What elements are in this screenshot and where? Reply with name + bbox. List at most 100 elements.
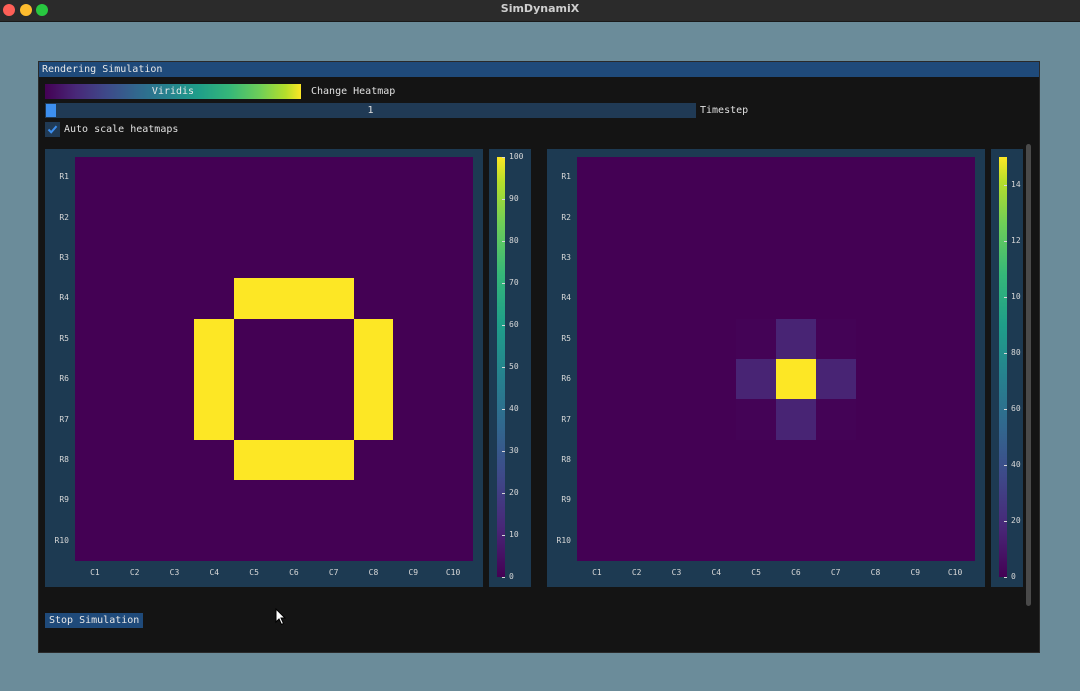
heatmap-cell[interactable] [393, 237, 434, 279]
heatmap-cell[interactable] [815, 197, 856, 238]
heatmap-cell[interactable] [353, 439, 394, 481]
heatmap-cell[interactable] [855, 520, 896, 561]
heatmap-cell[interactable] [895, 399, 936, 440]
heatmap-cell[interactable] [656, 480, 697, 521]
heatmap-cell[interactable] [273, 237, 314, 279]
heatmap-cell[interactable] [393, 480, 434, 521]
heatmap-cell[interactable] [935, 197, 975, 238]
heatmap-cell[interactable] [433, 480, 473, 521]
heatmap-cell[interactable] [775, 480, 816, 521]
heatmap-cell[interactable] [815, 480, 856, 521]
heatmap-cell[interactable] [656, 237, 697, 279]
heatmap-cell[interactable] [234, 237, 274, 279]
heatmap-cell[interactable] [114, 439, 155, 481]
heatmap-cell[interactable] [736, 278, 776, 319]
heatmap-cell[interactable] [696, 278, 737, 319]
heatmap-cell[interactable] [154, 439, 195, 481]
heatmap-cell[interactable] [935, 359, 975, 400]
heatmap-cell[interactable] [855, 318, 896, 359]
heatmap-cell[interactable] [736, 359, 776, 400]
heatmap-grid-1[interactable] [75, 157, 473, 561]
heatmap-cell[interactable] [313, 480, 354, 521]
heatmap-cell[interactable] [393, 318, 434, 359]
heatmap-cell[interactable] [234, 520, 274, 561]
heatmap-cell[interactable] [75, 480, 115, 521]
heatmap-cell[interactable] [154, 480, 195, 521]
heatmap-cell[interactable] [577, 197, 617, 238]
heatmap-cell[interactable] [616, 439, 657, 481]
autoscale-checkbox[interactable] [45, 122, 60, 137]
heatmap-cell[interactable] [313, 439, 354, 481]
heatmap-cell[interactable] [433, 318, 473, 359]
heatmap-cell[interactable] [696, 439, 737, 481]
heatmap-cell[interactable] [194, 439, 235, 481]
heatmap-plot-1[interactable]: R1 R2 R3 R4 R5 R6 R7 R8 R9 R10 C1 C2 C3 C4 C5 C6 C7 C8 C9… [45, 149, 483, 587]
heatmap-cell[interactable] [433, 359, 473, 400]
heatmap-cell[interactable] [736, 439, 776, 481]
heatmap-cell[interactable] [696, 480, 737, 521]
heatmap-cell[interactable] [815, 318, 856, 359]
heatmap-cell[interactable] [656, 399, 697, 440]
heatmap-cell[interactable] [393, 197, 434, 238]
heatmap-cell[interactable] [775, 399, 816, 440]
heatmap-cell[interactable] [736, 318, 776, 359]
heatmap-cell[interactable] [433, 399, 473, 440]
heatmap-cell[interactable] [736, 157, 776, 198]
heatmap-cell[interactable] [855, 359, 896, 400]
heatmap-cell[interactable] [775, 439, 816, 481]
heatmap-cell[interactable] [815, 237, 856, 279]
heatmap-cell[interactable] [855, 197, 896, 238]
heatmap-cell[interactable] [815, 399, 856, 440]
heatmap-cell[interactable] [313, 157, 354, 198]
heatmap-cell[interactable] [895, 439, 936, 481]
heatmap-cell[interactable] [616, 237, 657, 279]
heatmap-cell[interactable] [313, 237, 354, 279]
heatmap-cell[interactable] [353, 480, 394, 521]
heatmap-cell[interactable] [313, 399, 354, 440]
heatmap-cell[interactable] [393, 439, 434, 481]
heatmap-cell[interactable] [154, 318, 195, 359]
heatmap-cell[interactable] [234, 278, 274, 319]
heatmap-cell[interactable] [234, 359, 274, 400]
heatmap-cell[interactable] [616, 197, 657, 238]
heatmap-cell[interactable] [353, 197, 394, 238]
heatmap-cell[interactable] [234, 399, 274, 440]
heatmap-cell[interactable] [194, 359, 235, 400]
heatmap-cell[interactable] [234, 318, 274, 359]
colormap-button[interactable]: Viridis [45, 84, 301, 99]
heatmap-cell[interactable] [815, 439, 856, 481]
heatmap-cell[interactable] [775, 359, 816, 400]
heatmap-cell[interactable] [114, 197, 155, 238]
heatmap-cell[interactable] [577, 480, 617, 521]
heatmap-cell[interactable] [114, 237, 155, 279]
heatmap-cell[interactable] [433, 520, 473, 561]
heatmap-cell[interactable] [736, 399, 776, 440]
heatmap-cell[interactable] [815, 359, 856, 400]
heatmap-cell[interactable] [855, 157, 896, 198]
heatmap-cell[interactable] [353, 520, 394, 561]
heatmap-cell[interactable] [353, 399, 394, 440]
heatmap-cell[interactable] [577, 237, 617, 279]
heatmap-cell[interactable] [696, 359, 737, 400]
heatmap-cell[interactable] [75, 399, 115, 440]
heatmap-cell[interactable] [75, 439, 115, 481]
heatmap-cell[interactable] [114, 157, 155, 198]
heatmap-cell[interactable] [114, 480, 155, 521]
heatmap-cell[interactable] [154, 237, 195, 279]
heatmap-cell[interactable] [935, 237, 975, 279]
heatmap-cell[interactable] [114, 278, 155, 319]
heatmap-cell[interactable] [577, 278, 617, 319]
heatmap-cell[interactable] [895, 237, 936, 279]
heatmap-cell[interactable] [696, 237, 737, 279]
heatmap-cell[interactable] [616, 157, 657, 198]
heatmap-cell[interactable] [234, 480, 274, 521]
heatmap-cell[interactable] [353, 157, 394, 198]
heatmap-cell[interactable] [194, 237, 235, 279]
heatmap-cell[interactable] [815, 157, 856, 198]
scrollbar-thumb[interactable] [1026, 144, 1031, 606]
heatmap-cell[interactable] [935, 439, 975, 481]
heatmap-cell[interactable] [234, 197, 274, 238]
heatmap-cell[interactable] [775, 237, 816, 279]
heatmap-cell[interactable] [353, 237, 394, 279]
heatmap-cell[interactable] [895, 359, 936, 400]
